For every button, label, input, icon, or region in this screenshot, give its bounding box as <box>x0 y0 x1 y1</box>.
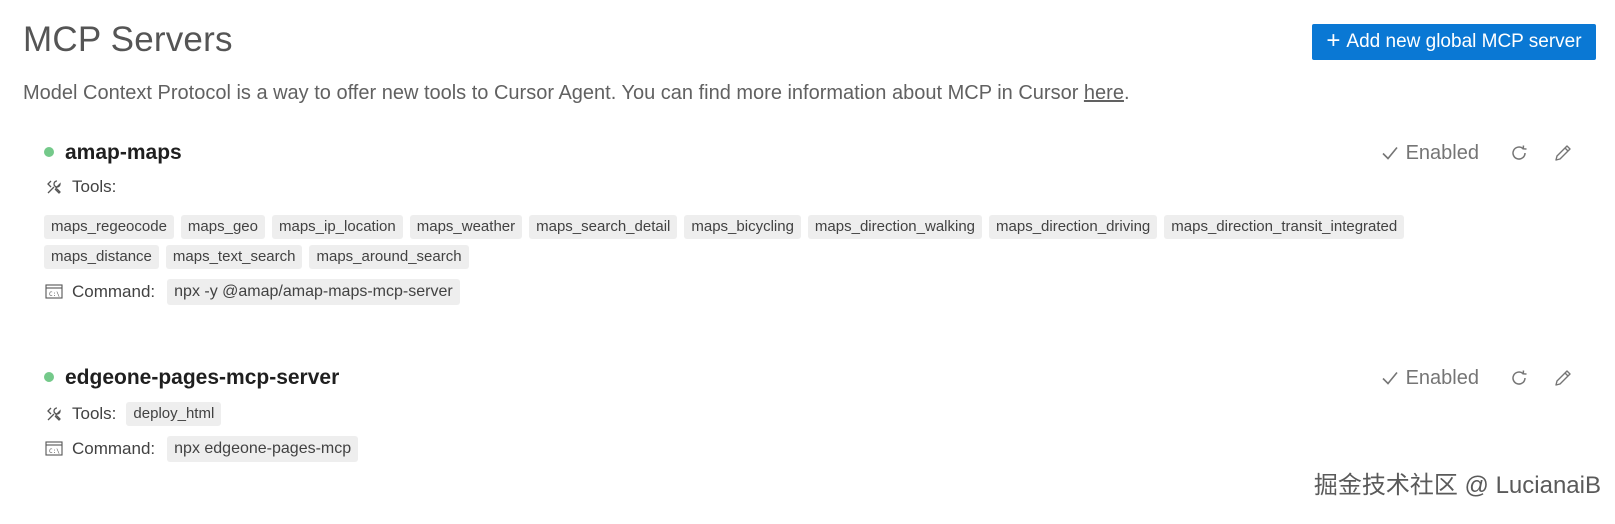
plus-icon: + <box>1326 26 1341 54</box>
tool-chip: maps_direction_transit_integrated <box>1164 215 1405 239</box>
page-title: MCP Servers <box>23 20 233 59</box>
command-label: Command: <box>72 282 156 301</box>
tools-label: Tools: <box>72 404 117 423</box>
server-card-edgeone-pages: edgeone-pages-mcp-server Enabled Tools: … <box>44 366 1575 462</box>
status-dot <box>44 147 54 157</box>
tools-icon <box>44 177 64 197</box>
check-icon <box>1380 368 1400 388</box>
tool-chip: maps_search_detail <box>529 215 678 239</box>
svg-text:C:\: C:\ <box>49 291 60 298</box>
check-icon <box>1380 143 1400 163</box>
tool-chip-list: maps_regeocode maps_geo maps_ip_location… <box>44 215 1424 269</box>
description-text: Model Context Protocol is a way to offer… <box>23 82 1084 104</box>
mcp-info-link[interactable]: here <box>1084 82 1124 104</box>
enabled-label: Enabled <box>1405 141 1479 164</box>
description-end: . <box>1123 82 1130 104</box>
tool-chip: maps_ip_location <box>271 215 403 239</box>
tools-row: Tools: deploy_html <box>44 402 1575 426</box>
add-global-mcp-server-button[interactable]: + Add new global MCP server <box>1312 24 1596 60</box>
edit-pencil-icon[interactable] <box>1551 141 1575 165</box>
server-name: amap-maps <box>65 141 182 164</box>
command-row: C:\ Command: npx -y @amap/amap-maps-mcp-… <box>44 279 1575 305</box>
enabled-label: Enabled <box>1405 366 1479 389</box>
command-label: Command: <box>72 439 156 458</box>
watermark: 掘金技术社区 @ LucianaiB <box>1313 472 1601 499</box>
svg-text:C:\: C:\ <box>49 448 60 455</box>
tool-chip: maps_geo <box>180 215 265 239</box>
enabled-toggle[interactable]: Enabled <box>1380 367 1479 390</box>
tool-chip: maps_text_search <box>165 245 303 269</box>
tool-chip: maps_bicycling <box>684 215 801 239</box>
enabled-toggle[interactable]: Enabled <box>1380 142 1479 165</box>
server-card-amap-maps: amap-maps Enabled Tools: maps_regeocode … <box>44 141 1575 305</box>
command-row: C:\ Command: npx edgeone-pages-mcp <box>44 436 1575 462</box>
page-description: Model Context Protocol is a way to offer… <box>23 82 1130 105</box>
terminal-icon: C:\ <box>44 282 64 302</box>
command-value: npx -y @amap/amap-maps-mcp-server <box>167 279 460 305</box>
tools-label: Tools: <box>72 177 117 196</box>
server-name: edgeone-pages-mcp-server <box>65 366 340 389</box>
add-button-label: Add new global MCP server <box>1346 31 1582 52</box>
tool-chip: deploy_html <box>126 402 222 426</box>
refresh-icon[interactable] <box>1507 366 1531 390</box>
tool-chip: maps_direction_walking <box>807 215 983 239</box>
tool-chip: maps_weather <box>409 215 523 239</box>
edit-pencil-icon[interactable] <box>1551 366 1575 390</box>
terminal-icon: C:\ <box>44 439 64 459</box>
tool-chip: maps_regeocode <box>44 215 174 239</box>
command-value: npx edgeone-pages-mcp <box>167 436 359 462</box>
refresh-icon[interactable] <box>1507 141 1531 165</box>
tool-chip: maps_direction_driving <box>989 215 1158 239</box>
tool-chip: maps_around_search <box>309 245 469 269</box>
tool-chip: maps_distance <box>44 245 159 269</box>
status-dot <box>44 372 54 382</box>
tools-row: Tools: <box>44 177 1575 197</box>
tools-icon <box>44 404 64 424</box>
